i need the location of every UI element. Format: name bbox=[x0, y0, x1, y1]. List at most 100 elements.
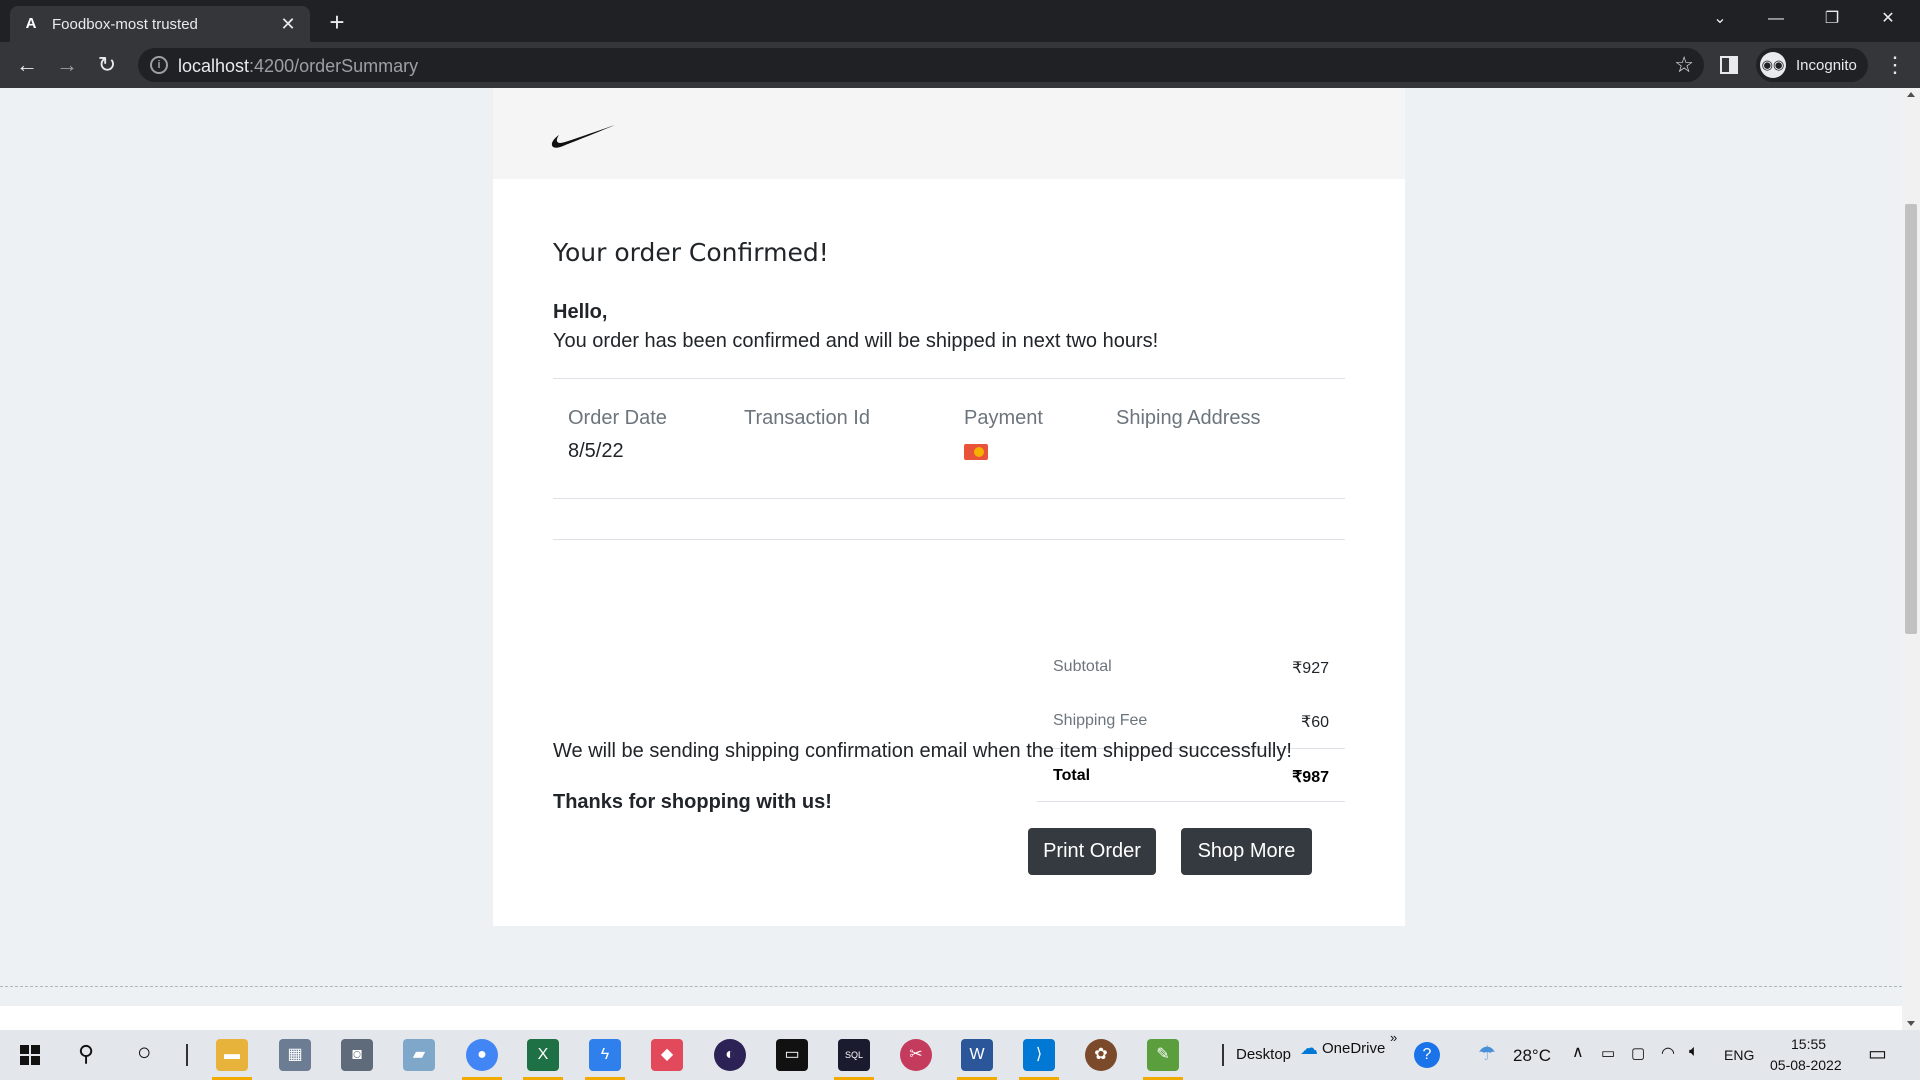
chrome-icon[interactable]: ● bbox=[466, 1039, 498, 1071]
angular-favicon-icon: A bbox=[25, 15, 37, 32]
restore-button[interactable]: ❐ bbox=[1804, 0, 1860, 38]
tomcat-icon[interactable]: ✿ bbox=[1085, 1039, 1117, 1071]
incognito-label: Incognito bbox=[1796, 56, 1857, 74]
shipping-fee-label: Shipping Fee bbox=[1053, 712, 1148, 729]
total-label: Total bbox=[1053, 767, 1091, 784]
tab-search-chevron-icon[interactable]: ⌄ bbox=[1692, 0, 1748, 38]
onedrive-cloud-icon[interactable]: ☁ bbox=[1300, 1038, 1318, 1059]
terminal-icon[interactable]: ▭ bbox=[776, 1039, 808, 1071]
notifications-icon[interactable]: ▭ bbox=[1868, 1041, 1887, 1066]
card-header bbox=[493, 88, 1405, 179]
incognito-icon: ◉◉ bbox=[1760, 52, 1786, 78]
forward-arrow-icon[interactable]: → bbox=[52, 50, 82, 80]
browser-menu-icon[interactable]: ⋮ bbox=[1884, 50, 1906, 80]
url-text[interactable]: localhost:4200/orderSummary bbox=[178, 56, 418, 77]
camera-icon[interactable]: ◙ bbox=[341, 1039, 373, 1071]
subtotal-row: Subtotal ₹927 bbox=[1037, 640, 1345, 694]
page-scrollbar[interactable] bbox=[1902, 88, 1920, 1030]
cortana-icon[interactable]: ○ bbox=[137, 1039, 152, 1067]
search-icon[interactable]: ⚲ bbox=[78, 1041, 94, 1067]
thanks-message: Thanks for shopping with us! bbox=[553, 791, 832, 813]
site-info-icon[interactable]: i bbox=[150, 56, 168, 74]
url-host: localhost bbox=[178, 56, 250, 76]
shop-more-button[interactable]: Shop More bbox=[1181, 828, 1312, 875]
divider bbox=[553, 539, 1345, 540]
side-panel-icon[interactable] bbox=[1720, 56, 1738, 74]
vscode-icon[interactable]: ⟩ bbox=[1023, 1039, 1055, 1071]
order-date-label: Order Date bbox=[568, 407, 667, 429]
bookmark-star-icon[interactable]: ☆ bbox=[1674, 52, 1694, 78]
close-window-button[interactable]: ✕ bbox=[1860, 0, 1916, 38]
help-icon[interactable]: ? bbox=[1414, 1042, 1440, 1068]
temperature-text[interactable]: 28°C bbox=[1513, 1046, 1551, 1066]
tab-close-icon[interactable]: ✕ bbox=[278, 14, 298, 34]
clock-date[interactable]: 05-08-2022 bbox=[1770, 1057, 1842, 1073]
incognito-profile-button[interactable]: ◉◉ Incognito bbox=[1756, 48, 1868, 82]
browser-tab-strip: A Foodbox-most trusted ✕ + ⌄ — ❐ ✕ bbox=[0, 0, 1920, 42]
mysql-workbench-icon[interactable]: SQL bbox=[838, 1039, 870, 1071]
windows-taskbar: ⚲ ○ ▬ ▦ ◙ ▰ ● X ϟ ◆ ◐ ▭ SQL ✂ W ⟩ ✿ ✎ De… bbox=[0, 1030, 1920, 1080]
shipping-fee-value: ₹60 bbox=[1301, 714, 1329, 731]
excel-icon[interactable]: X bbox=[527, 1039, 559, 1071]
snipping-tool-icon[interactable]: ✂ bbox=[900, 1039, 932, 1071]
footer-strip bbox=[0, 1006, 1902, 1030]
back-arrow-icon[interactable]: ← bbox=[12, 50, 42, 80]
weather-icon[interactable]: ☂ bbox=[1478, 1041, 1496, 1066]
file-explorer-icon[interactable]: ▬ bbox=[216, 1039, 248, 1071]
notepad-icon[interactable]: ▰ bbox=[403, 1039, 435, 1071]
total-value: ₹987 bbox=[1292, 769, 1329, 786]
language-indicator[interactable]: ENG bbox=[1724, 1047, 1754, 1063]
eclipse-icon[interactable]: ◐ bbox=[714, 1039, 746, 1071]
transaction-id-column: Transaction Id bbox=[744, 407, 870, 430]
order-date-value: 8/5/22 bbox=[568, 440, 624, 462]
payment-label: Payment bbox=[964, 407, 1043, 429]
greeting-text: Hello, bbox=[553, 301, 608, 323]
totals-table: Subtotal ₹927 Shipping Fee ₹60 Total ₹98… bbox=[1037, 640, 1345, 802]
payment-column: Payment bbox=[964, 407, 1043, 460]
battery-icon[interactable]: ▭ bbox=[1601, 1044, 1615, 1062]
browser-tab-active[interactable]: A Foodbox-most trusted ✕ bbox=[10, 6, 310, 42]
calculator-icon[interactable]: ▦ bbox=[279, 1039, 311, 1071]
confirmation-message: You order has been confirmed and will be… bbox=[553, 330, 1159, 352]
scroll-up-arrow-icon[interactable] bbox=[1907, 92, 1915, 97]
onedrive-label[interactable]: OneDrive bbox=[1322, 1040, 1385, 1057]
dashed-divider bbox=[0, 986, 1902, 987]
mastercard-icon bbox=[964, 444, 988, 460]
scroll-down-arrow-icon[interactable] bbox=[1907, 1021, 1915, 1026]
subtotal-label: Subtotal bbox=[1053, 658, 1112, 675]
shipping-note: We will be sending shipping confirmation… bbox=[553, 740, 1292, 762]
minimize-button[interactable]: — bbox=[1748, 0, 1804, 38]
order-summary-card: Your order Confirmed! Hello, You order h… bbox=[493, 179, 1405, 926]
scroll-thumb[interactable] bbox=[1905, 204, 1917, 634]
toolbar-overflow-icon[interactable]: » bbox=[1390, 1030, 1397, 1045]
browser-toolbar: ← → ↻ i localhost:4200/orderSummary ☆ ◉◉… bbox=[0, 42, 1920, 88]
url-path: :4200/orderSummary bbox=[249, 56, 419, 76]
shipping-address-label: Shiping Address bbox=[1116, 407, 1261, 429]
toolbar-divider bbox=[1222, 1044, 1224, 1066]
desktop-toolbar-label[interactable]: Desktop bbox=[1236, 1046, 1291, 1063]
new-tab-button[interactable]: + bbox=[322, 8, 352, 38]
paint-icon[interactable]: ✎ bbox=[1147, 1039, 1179, 1071]
address-bar[interactable]: i localhost:4200/orderSummary ☆ bbox=[138, 48, 1704, 82]
volume-icon[interactable]: 🔈︎ bbox=[1689, 1043, 1699, 1061]
tray-chevron-icon[interactable]: ∧ bbox=[1572, 1042, 1584, 1062]
swoosh-logo-icon bbox=[551, 125, 615, 148]
shipping-address-column: Shiping Address bbox=[1116, 407, 1261, 430]
git-kraken-icon[interactable]: ◆ bbox=[651, 1039, 683, 1071]
windows-start-icon[interactable] bbox=[20, 1045, 40, 1065]
print-order-button[interactable]: Print Order bbox=[1028, 828, 1156, 875]
word-icon[interactable]: W bbox=[961, 1039, 993, 1071]
order-date-column: Order Date 8/5/22 bbox=[568, 407, 667, 463]
reload-icon[interactable]: ↻ bbox=[92, 50, 122, 80]
transaction-id-label: Transaction Id bbox=[744, 407, 870, 429]
clock-time[interactable]: 15:55 bbox=[1791, 1036, 1826, 1052]
wifi-icon[interactable]: ◠ bbox=[1661, 1043, 1675, 1063]
divider bbox=[553, 378, 1345, 379]
page-viewport: Your order Confirmed! Hello, You order h… bbox=[0, 88, 1902, 1030]
spring-tool-icon[interactable]: ϟ bbox=[589, 1039, 621, 1071]
device-icon[interactable]: ▢ bbox=[1631, 1044, 1645, 1062]
subtotal-value: ₹927 bbox=[1292, 660, 1329, 677]
tab-title: Foodbox-most trusted bbox=[52, 15, 198, 33]
order-confirmed-heading: Your order Confirmed! bbox=[553, 238, 829, 267]
divider bbox=[553, 498, 1345, 499]
